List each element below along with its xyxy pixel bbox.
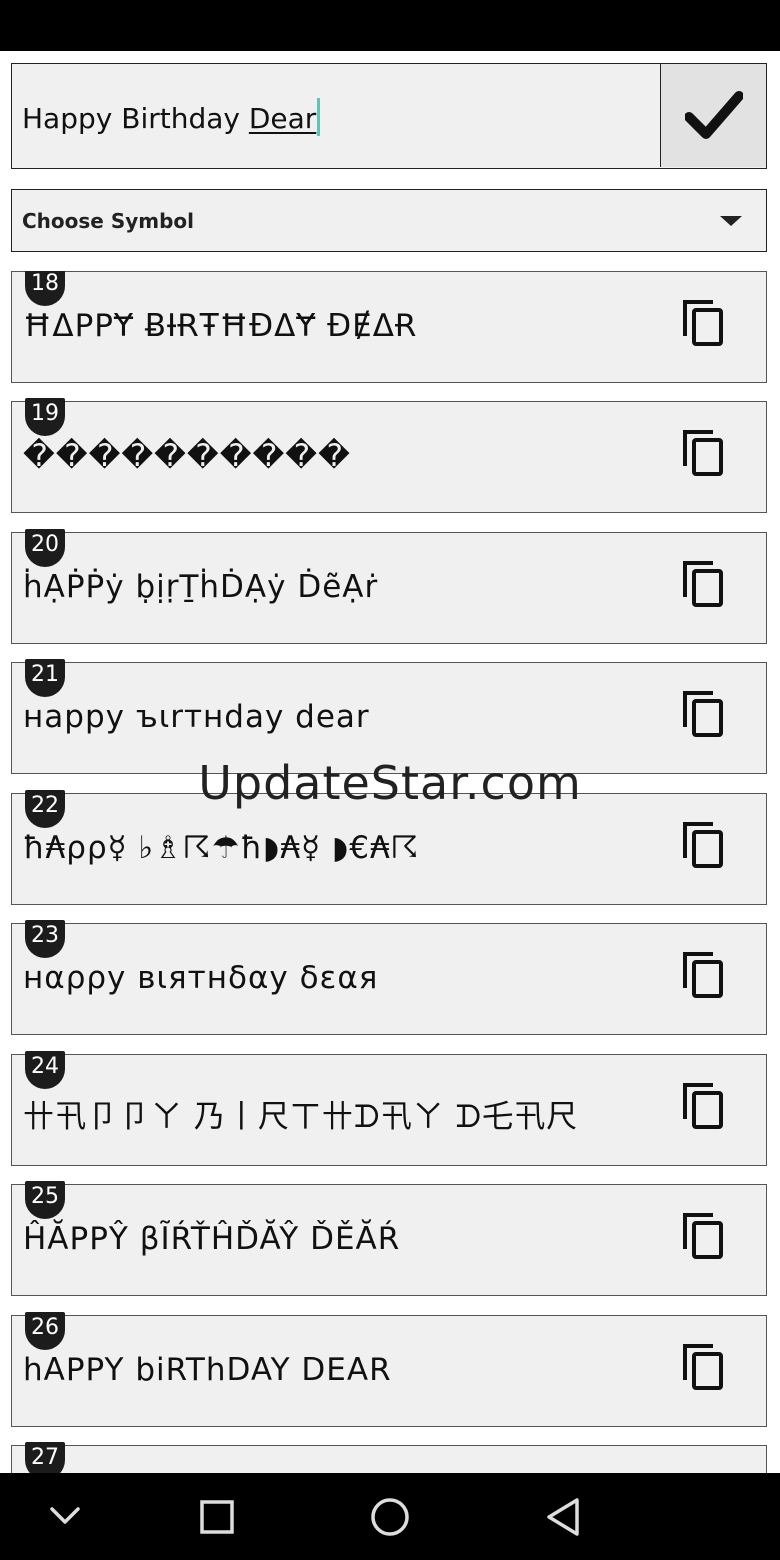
styled-text-list[interactable]: 18 ĦΔPPɎ ɃƗɌŦĦĐΔɎ ĐɆΔɌ 19 ���������� 20 … (0, 271, 780, 1473)
home-icon[interactable] (369, 1496, 411, 1538)
item-number-badge: 24 (25, 1051, 65, 1089)
copy-icon[interactable] (680, 1081, 730, 1133)
choose-symbol-label: Choose Symbol (22, 209, 195, 233)
copy-icon[interactable] (680, 559, 730, 611)
list-item[interactable]: 26 hAPPY biRThDAY DEAR (11, 1312, 767, 1427)
text-input-box: Happy Birthday Dear (11, 63, 767, 169)
back-icon[interactable] (543, 1496, 583, 1538)
item-number-badge: 26 (25, 1312, 65, 1350)
watermark: UpdateStar.com (198, 756, 582, 810)
item-number-badge: 20 (25, 529, 65, 567)
input-text: Happy Birthday (22, 102, 249, 135)
styled-text: ĤĂPPŶ βĨŔŤĤĎĂŶ ĎĚĂŔ (23, 1221, 401, 1257)
copy-icon[interactable] (680, 950, 730, 1002)
list-item[interactable]: 24 卄卂卩卩ㄚ 乃丨尺ㄒ卄ᗪ卂ㄚ ᗪ乇卂尺 (11, 1051, 767, 1166)
copy-icon[interactable] (680, 298, 730, 350)
recents-icon[interactable] (198, 1498, 236, 1536)
input-composing-word: Dear (248, 102, 317, 135)
copy-icon[interactable] (680, 1342, 730, 1394)
text-input[interactable]: Happy Birthday Dear (22, 98, 321, 136)
item-number-badge: 25 (25, 1181, 65, 1219)
list-item[interactable]: 18 ĦΔPPɎ ɃƗɌŦĦĐΔɎ ĐɆΔɌ (11, 271, 767, 383)
styled-text: hAPPY biRThDAY DEAR (23, 1352, 392, 1388)
navigation-bar (0, 1473, 780, 1560)
styled-text: ���������� (23, 438, 351, 474)
collapse-icon[interactable] (48, 1503, 82, 1529)
item-number-badge: 27 (25, 1442, 65, 1473)
choose-symbol-dropdown[interactable]: Choose Symbol (11, 189, 767, 252)
styled-text: 卄卂卩卩ㄚ 乃丨尺ㄒ卄ᗪ卂ㄚ ᗪ乇卂尺 (23, 1099, 579, 1135)
item-number-badge: 23 (25, 920, 65, 958)
list-item[interactable]: 25 ĤĂPPŶ βĨŔŤĤĎĂŶ ĎĚĂŔ (11, 1181, 767, 1296)
chevron-down-icon (720, 216, 742, 226)
styled-text: ĦΔPPɎ ɃƗɌŦĦĐΔɎ ĐɆΔɌ (23, 308, 418, 344)
copy-icon[interactable] (680, 428, 730, 480)
list-item[interactable]: 20 ḣẠṖṖẏ ḅịṛṮḣḊẠẏ ḊẽẠṙ (11, 529, 767, 644)
styled-text: нappy ъιrтнday dear (23, 699, 370, 735)
styled-text: нαρρу вιятнδαу δεαя (23, 960, 379, 996)
checkmark-icon (685, 91, 743, 139)
copy-icon[interactable] (680, 1211, 730, 1263)
list-item[interactable]: 23 нαρρу вιятнδαу δεαя (11, 920, 767, 1035)
copy-icon[interactable] (680, 689, 730, 741)
status-bar (0, 0, 780, 51)
confirm-button[interactable] (660, 64, 766, 167)
item-number-badge: 19 (25, 398, 65, 436)
text-caret (317, 98, 321, 136)
item-number-badge: 18 (25, 271, 65, 306)
list-item[interactable]: 27 (11, 1442, 767, 1473)
styled-text: ḣẠṖṖẏ ḅịṛṮḣḊẠẏ ḊẽẠṙ (23, 569, 379, 605)
list-item[interactable]: 19 ���������� (11, 398, 767, 513)
styled-text: ħ₳ρρ☿ ♭♗☈☂ħ◗₳☿ ◗€₳☈ (23, 830, 420, 866)
item-number-badge: 21 (25, 659, 65, 697)
copy-icon[interactable] (680, 820, 730, 872)
